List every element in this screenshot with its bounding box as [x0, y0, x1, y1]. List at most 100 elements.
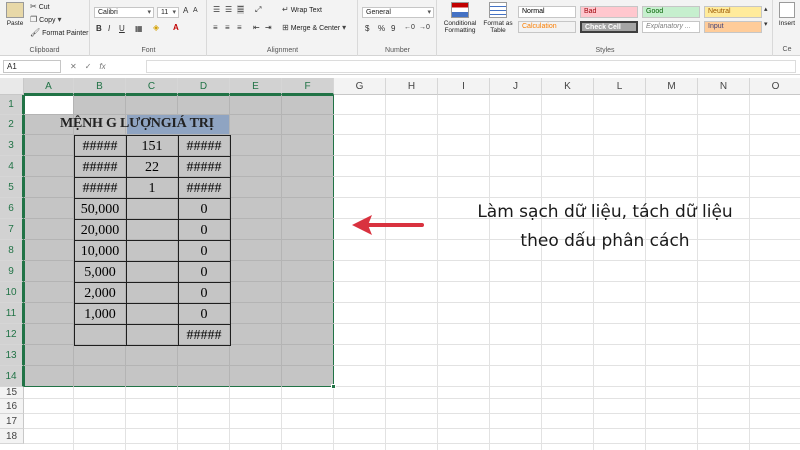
row-header-4[interactable]: 4: [0, 156, 24, 177]
decrease-decimal-icon[interactable]: →0: [419, 24, 430, 31]
increase-decimal-icon[interactable]: ←0: [404, 24, 415, 31]
row-header-10[interactable]: 10: [0, 282, 24, 303]
style-explanatory[interactable]: Explanatory ...: [642, 21, 700, 33]
comma-button[interactable]: 9: [391, 24, 395, 33]
name-box[interactable]: A1: [3, 60, 61, 73]
column-header-l[interactable]: L: [594, 78, 646, 95]
column-header-c[interactable]: C: [126, 78, 178, 95]
gallery-down-icon[interactable]: ▾: [764, 20, 768, 28]
table-cell[interactable]: 10,000: [74, 242, 126, 261]
align-center-icon[interactable]: ≡: [225, 23, 230, 32]
table-cell[interactable]: 0: [178, 263, 230, 282]
table-cell[interactable]: 50,000: [74, 200, 126, 219]
currency-button[interactable]: $: [365, 24, 369, 33]
merge-center-button[interactable]: ⊞ Merge & Center ▾: [282, 24, 346, 32]
row-header-2[interactable]: 2: [0, 115, 24, 135]
table-cell[interactable]: 0: [178, 305, 230, 324]
table-cell[interactable]: #####: [178, 137, 230, 156]
font-color-icon[interactable]: A: [173, 23, 179, 32]
table-cell[interactable]: 0: [178, 221, 230, 240]
row-header-9[interactable]: 9: [0, 261, 24, 282]
table-cell[interactable]: 2,000: [74, 284, 126, 303]
row-header-18[interactable]: 18: [0, 429, 24, 444]
row-header-12[interactable]: 12: [0, 324, 24, 345]
row-header-7[interactable]: 7: [0, 219, 24, 240]
wrap-text-button[interactable]: ↵ Wrap Text: [282, 6, 322, 14]
column-header-h[interactable]: H: [386, 78, 438, 95]
insert-button[interactable]: Insert: [775, 2, 799, 27]
row-header-6[interactable]: 6: [0, 198, 24, 219]
table-cell[interactable]: #####: [178, 326, 230, 345]
table-cell[interactable]: 0: [178, 242, 230, 261]
table-cell[interactable]: 1,000: [74, 305, 126, 324]
style-input[interactable]: Input: [704, 21, 762, 33]
column-header-i[interactable]: I: [438, 78, 490, 95]
function-icon[interactable]: fx: [99, 62, 105, 71]
table-cell[interactable]: #####: [178, 179, 230, 198]
table-cell[interactable]: #####: [74, 179, 126, 198]
increase-indent-icon[interactable]: ⇥: [265, 23, 272, 32]
column-header-a[interactable]: A: [24, 78, 74, 95]
align-middle-icon[interactable]: ☰: [225, 5, 232, 14]
row-header-17[interactable]: 17: [0, 414, 24, 429]
column-header-o[interactable]: O: [750, 78, 800, 95]
enter-icon[interactable]: ✓: [85, 62, 92, 71]
table-cell[interactable]: 22: [126, 158, 178, 177]
style-normal[interactable]: Normal: [518, 6, 576, 18]
align-top-icon[interactable]: ☰: [213, 5, 220, 14]
fill-handle[interactable]: [331, 384, 336, 389]
style-calculation[interactable]: Calculation: [518, 21, 576, 33]
select-all-corner[interactable]: [0, 78, 24, 95]
style-bad[interactable]: Bad: [580, 6, 638, 18]
row-header-11[interactable]: 11: [0, 303, 24, 324]
row-header-5[interactable]: 5: [0, 177, 24, 198]
format-painter-button[interactable]: 🖌 Format Painter: [30, 29, 88, 37]
table-cell[interactable]: 0: [178, 284, 230, 303]
copy-button[interactable]: ❐ Copy ▾: [30, 16, 62, 24]
table-cell[interactable]: #####: [178, 158, 230, 177]
row-header-14[interactable]: 14: [0, 366, 24, 387]
number-format-select[interactable]: General: [362, 7, 434, 18]
table-cell[interactable]: 5,000: [74, 263, 126, 282]
column-header-b[interactable]: B: [74, 78, 126, 95]
column-header-k[interactable]: K: [542, 78, 594, 95]
cancel-icon[interactable]: ✕: [70, 62, 77, 71]
align-left-icon[interactable]: ≡: [213, 23, 218, 32]
formula-input[interactable]: [146, 60, 796, 73]
column-header-m[interactable]: M: [646, 78, 698, 95]
column-header-j[interactable]: J: [490, 78, 542, 95]
active-cell[interactable]: [25, 96, 73, 114]
percent-button[interactable]: %: [378, 24, 385, 33]
row-header-15[interactable]: 15: [0, 387, 24, 399]
table-cell[interactable]: #####: [74, 137, 126, 156]
table-cell[interactable]: 20,000: [74, 221, 126, 240]
cut-button[interactable]: ✂ Cut: [30, 3, 50, 11]
font-name-select[interactable]: Calibri: [94, 7, 154, 18]
style-check-cell[interactable]: Check Cell: [580, 21, 638, 33]
conditional-formatting-button[interactable]: Conditional Formatting: [441, 2, 479, 34]
row-header-16[interactable]: 16: [0, 399, 24, 414]
align-bottom-icon[interactable]: ☰: [237, 5, 245, 14]
column-header-d[interactable]: D: [178, 78, 230, 95]
decrease-indent-icon[interactable]: ⇤: [253, 23, 260, 32]
decrease-font-icon[interactable]: A: [193, 7, 198, 14]
align-right-icon[interactable]: ≡: [237, 23, 242, 32]
row-header-8[interactable]: 8: [0, 240, 24, 261]
paste-button[interactable]: Paste: [2, 2, 28, 27]
table-cell[interactable]: 0: [178, 200, 230, 219]
row-header-13[interactable]: 13: [0, 345, 24, 366]
increase-font-icon[interactable]: A: [183, 6, 188, 15]
spreadsheet-grid[interactable]: ABCDEFGHIJKLMNO 1 2 3 4 5 6 7 8 9 10 11 12 13 14 15 16 1…: [0, 78, 800, 450]
row-header-3[interactable]: 3: [0, 135, 24, 156]
table-cell[interactable]: 151: [126, 137, 178, 156]
font-size-select[interactable]: 11: [157, 7, 179, 18]
table-cell[interactable]: #####: [74, 158, 126, 177]
row-header-1[interactable]: 1: [0, 95, 24, 115]
orientation-icon[interactable]: ⤢: [255, 5, 261, 15]
column-header-g[interactable]: G: [334, 78, 386, 95]
format-as-table-button[interactable]: Format as Table: [482, 2, 514, 34]
gallery-up-icon[interactable]: ▴: [764, 5, 768, 13]
fill-color-icon[interactable]: ◈: [153, 23, 159, 32]
column-header-f[interactable]: F: [282, 78, 334, 95]
italic-button[interactable]: I: [108, 24, 110, 33]
